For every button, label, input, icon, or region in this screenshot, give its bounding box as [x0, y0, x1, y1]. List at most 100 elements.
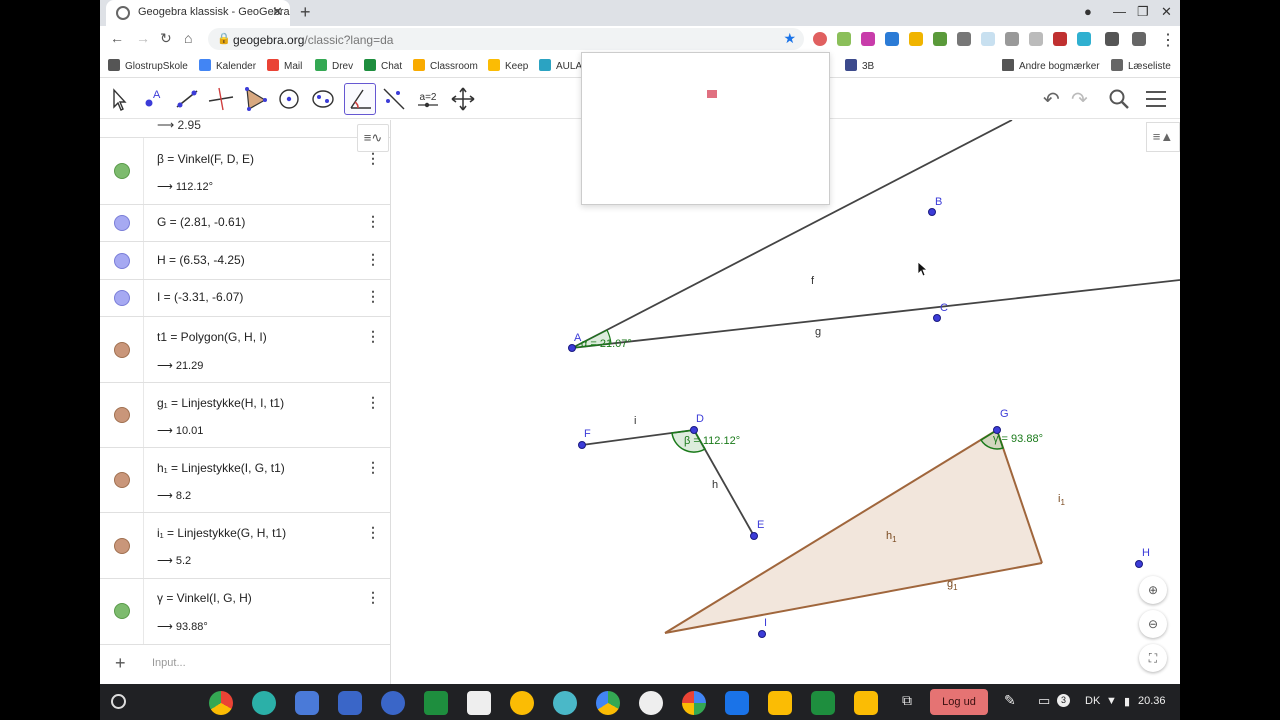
bookmark-item[interactable]: 3B — [845, 59, 874, 72]
algebra-definition[interactable]: i₁ = Linjestykke(G, H, t1) — [157, 526, 286, 540]
algebra-definition[interactable]: g₁ = Linjestykke(H, I, t1) — [157, 396, 284, 410]
algebra-definition[interactable]: γ = Vinkel(I, G, H) — [157, 591, 252, 605]
point-tool-button[interactable]: A — [137, 83, 169, 115]
more-options-icon[interactable]: ⋮ — [366, 328, 380, 345]
bookmark-star-icon[interactable]: ★ — [783, 30, 796, 47]
extension-icon[interactable] — [1077, 32, 1091, 46]
point-C[interactable] — [933, 314, 941, 322]
more-options-icon[interactable]: ⋮ — [366, 288, 380, 305]
browser-menu-icon[interactable]: ⋮ — [1160, 30, 1176, 50]
extension-icon[interactable] — [861, 32, 875, 46]
screen-icon[interactable]: ▭ — [1038, 693, 1050, 709]
bookmark-item[interactable]: GlostrupSkole — [108, 59, 188, 72]
more-options-icon[interactable]: ⋮ — [366, 251, 380, 268]
reload-button[interactable]: ↻ — [160, 30, 172, 47]
algebra-row[interactable]: γ = Vinkel(I, G, H) ⟶ 93.88° ⋮ — [100, 579, 390, 645]
more-options-icon[interactable]: ⋮ — [366, 150, 380, 167]
algebra-row[interactable]: g₁ = Linjestykke(H, I, t1) ⟶ 10.01 ⋮ — [100, 383, 390, 448]
extension-icon[interactable] — [1029, 32, 1043, 46]
graphics-style-bar-toggle[interactable]: ≡▲ — [1146, 122, 1180, 152]
more-options-icon[interactable]: ⋮ — [366, 213, 380, 230]
extension-icon[interactable] — [1053, 32, 1067, 46]
perpendicular-tool-button[interactable] — [205, 83, 237, 115]
app-icon[interactable] — [252, 691, 276, 715]
point-D[interactable] — [690, 426, 698, 434]
address-bar[interactable]: 🔒 geogebra.org/classic?lang=da ★ — [208, 28, 804, 50]
point-A[interactable] — [568, 344, 576, 352]
bookmark-item[interactable]: Chat — [364, 59, 402, 72]
add-input-icon[interactable]: + — [115, 653, 126, 674]
algebra-definition[interactable]: t1 = Polygon(G, H, I) — [157, 330, 267, 344]
home-button[interactable]: ⌂ — [184, 30, 192, 46]
app-icon[interactable] — [553, 691, 577, 715]
files-app-icon[interactable] — [725, 691, 749, 715]
circle-tool-button[interactable] — [273, 83, 305, 115]
fullscreen-button[interactable]: ⛶ — [1139, 644, 1167, 672]
ellipse-tool-button[interactable] — [307, 83, 339, 115]
app-icon[interactable] — [639, 691, 663, 715]
visibility-marble[interactable] — [114, 538, 130, 554]
extension-icon[interactable] — [837, 32, 851, 46]
reading-list-button[interactable]: Læseliste — [1111, 59, 1171, 72]
algebra-definition[interactable]: G = (2.81, -0.61) — [157, 215, 245, 229]
search-icon[interactable] — [1107, 87, 1131, 111]
stylus-icon[interactable]: ✎ — [1004, 692, 1016, 709]
zoom-out-button[interactable]: ⊖ — [1139, 610, 1167, 638]
algebra-row[interactable]: G = (2.81, -0.61) ⋮ — [100, 205, 390, 242]
algebra-row[interactable]: H = (6.53, -4.25) ⋮ — [100, 242, 390, 280]
more-options-icon[interactable]: ⋮ — [366, 589, 380, 606]
back-button[interactable]: ← — [110, 30, 124, 46]
close-window-button[interactable]: ✕ — [1161, 4, 1172, 20]
extension-icon[interactable] — [957, 32, 971, 46]
drive-app-icon[interactable] — [596, 691, 620, 715]
point-I[interactable] — [758, 630, 766, 638]
clock-time[interactable]: 20.36 — [1138, 695, 1166, 707]
algebra-row[interactable]: β = Vinkel(F, D, E) ⟶ 112.12° ⋮ — [100, 138, 390, 205]
line-g[interactable] — [571, 279, 1180, 349]
point-H[interactable] — [1135, 560, 1143, 568]
app-icon[interactable] — [295, 691, 319, 715]
chrome-app-icon[interactable] — [209, 691, 233, 715]
forward-button[interactable]: → — [136, 30, 150, 46]
move-view-tool-button[interactable] — [447, 83, 479, 115]
algebra-definition[interactable]: h₁ = Linjestykke(I, G, t1) — [157, 461, 285, 475]
extension-popup[interactable] — [581, 52, 830, 205]
bookmark-item[interactable]: Classroom — [413, 59, 478, 72]
line-tool-button[interactable] — [171, 83, 203, 115]
bookmark-item[interactable]: AULA — [539, 59, 582, 72]
zoom-in-button[interactable]: ⊕ — [1139, 576, 1167, 604]
slider-tool-button[interactable]: a=2 — [412, 83, 444, 115]
visibility-marble[interactable] — [114, 290, 130, 306]
profile-icon[interactable]: ● — [1084, 4, 1092, 19]
keyboard-locale[interactable]: DK — [1085, 695, 1100, 707]
point-G[interactable] — [993, 426, 1001, 434]
visibility-marble[interactable] — [114, 215, 130, 231]
extension-icon[interactable] — [813, 32, 827, 46]
extension-icon[interactable] — [885, 32, 899, 46]
algebra-input-field[interactable]: Input... — [152, 657, 186, 669]
visibility-marble[interactable] — [114, 407, 130, 423]
app-icon[interactable] — [338, 691, 362, 715]
new-tab-button[interactable]: + — [300, 2, 311, 23]
polygon-t1[interactable] — [665, 430, 1042, 633]
bookmark-item[interactable]: Mail — [267, 59, 302, 72]
angle-tool-button[interactable] — [344, 83, 376, 115]
sheets-app-icon[interactable] — [424, 691, 448, 715]
point-B[interactable] — [928, 208, 936, 216]
algebra-definition[interactable]: β = Vinkel(F, D, E) — [157, 152, 254, 166]
app-icon[interactable] — [467, 691, 491, 715]
bookmark-item[interactable]: Drev — [315, 59, 353, 72]
app-icon[interactable] — [854, 691, 878, 715]
meet-app-icon[interactable] — [811, 691, 835, 715]
visibility-marble[interactable] — [114, 342, 130, 358]
more-options-icon[interactable]: ⋮ — [366, 459, 380, 476]
more-options-icon[interactable]: ⋮ — [366, 394, 380, 411]
point-E[interactable] — [750, 532, 758, 540]
visibility-marble[interactable] — [114, 603, 130, 619]
restore-button[interactable]: ❐ — [1137, 4, 1149, 20]
app-icon[interactable] — [768, 691, 792, 715]
logout-button[interactable]: Log ud — [930, 689, 988, 715]
algebra-definition[interactable]: H = (6.53, -4.25) — [157, 253, 245, 267]
extension-icon[interactable] — [909, 32, 923, 46]
algebra-row[interactable]: I = (-3.31, -6.07) ⋮ — [100, 280, 390, 317]
